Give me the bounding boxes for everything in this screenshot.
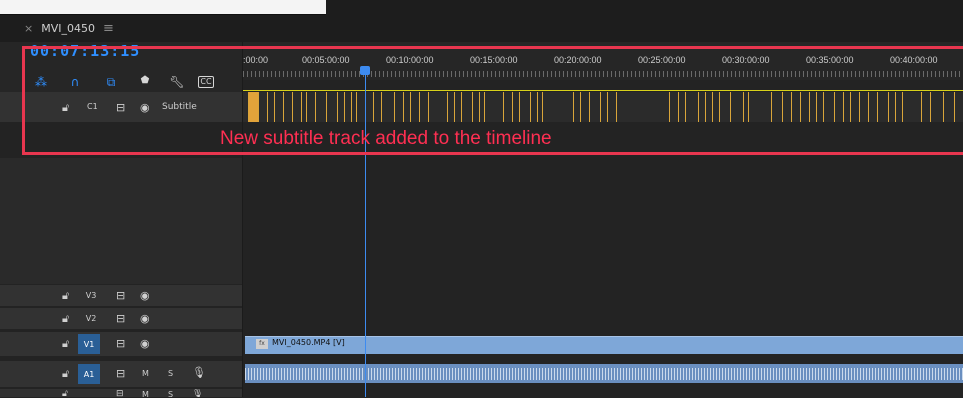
eye-icon[interactable]: ◉ bbox=[140, 289, 150, 302]
track-id-label[interactable]: V2 bbox=[80, 308, 102, 328]
solo-button[interactable]: S bbox=[168, 369, 173, 378]
video-clip[interactable] bbox=[245, 336, 963, 354]
eye-icon[interactable]: ◉ bbox=[140, 337, 150, 350]
sync-lock-icon[interactable]: ⊟ bbox=[116, 367, 125, 380]
track-header-v1[interactable]: 🔓︎ V1 ⊟ ◉ bbox=[0, 332, 242, 357]
video-clip-name: MVI_0450.MP4 [V] bbox=[272, 338, 345, 347]
panel-menu-icon[interactable]: ≡ bbox=[103, 21, 114, 36]
lock-icon[interactable]: 🔓︎ bbox=[62, 337, 69, 351]
close-tab-icon[interactable]: × bbox=[24, 22, 33, 35]
track-header-empty-area bbox=[0, 158, 242, 284]
track-id-label[interactable]: A1 bbox=[78, 364, 100, 384]
annotation-text: New subtitle track added to the timeline bbox=[220, 128, 552, 149]
mute-button[interactable]: M bbox=[142, 369, 149, 378]
track-header-v2[interactable]: 🔓︎ V2 ⊟ ◉ bbox=[0, 308, 242, 330]
microphone-icon[interactable]: 🎙︎ bbox=[192, 366, 206, 379]
fx-badge-icon: fx bbox=[256, 339, 268, 349]
lock-icon[interactable]: 🔓︎ bbox=[62, 289, 69, 303]
track-id-label[interactable]: V1 bbox=[78, 334, 100, 354]
audio-waveform bbox=[245, 368, 963, 380]
lock-icon[interactable]: 🔓︎ bbox=[62, 312, 69, 326]
sync-lock-icon[interactable]: ⊟ bbox=[116, 337, 125, 350]
track-id-label[interactable]: V3 bbox=[80, 285, 102, 305]
track-header-v3[interactable]: 🔓︎ V3 ⊟ ◉ bbox=[0, 285, 242, 307]
top-strip bbox=[0, 0, 326, 15]
sync-lock-icon[interactable]: ⊟ bbox=[116, 312, 125, 325]
track-header-a1[interactable]: 🔓︎ A1 ⊟ M S 🎙︎ bbox=[0, 361, 242, 388]
sequence-tab[interactable]: × MVI_0450 ≡ bbox=[0, 14, 324, 42]
sequence-tab-title: MVI_0450 bbox=[41, 21, 95, 35]
eye-icon[interactable]: ◉ bbox=[140, 312, 150, 325]
sync-lock-icon[interactable]: ⊟ bbox=[116, 289, 125, 302]
lock-icon[interactable]: 🔓︎ bbox=[62, 367, 69, 381]
